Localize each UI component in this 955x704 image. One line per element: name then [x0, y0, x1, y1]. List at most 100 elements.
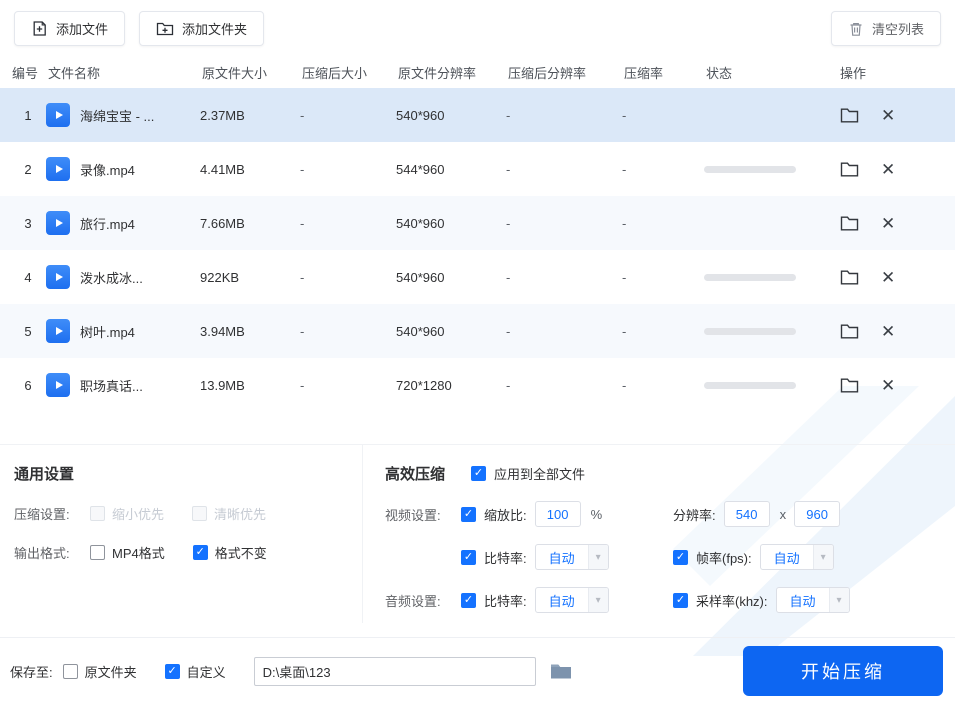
orig-size: 2.37MB [200, 107, 245, 123]
add-folder-icon [156, 21, 174, 37]
add-file-icon [31, 20, 48, 37]
remove-file-icon[interactable]: ✕ [881, 323, 895, 340]
file-name: 职场真话... [80, 378, 143, 394]
col-header-ops: 操作 [840, 65, 867, 81]
ratio: - [622, 269, 627, 285]
open-folder-icon[interactable] [840, 377, 859, 394]
keep-format-checkbox[interactable] [192, 545, 208, 560]
comp-size: - [300, 323, 305, 339]
browse-folder-icon[interactable] [550, 662, 572, 680]
orig-res: 540*960 [396, 323, 445, 339]
mp4-format-label: MP4格式 [112, 546, 165, 561]
scale-checkbox[interactable] [461, 506, 476, 522]
fps-checkbox[interactable] [673, 549, 688, 565]
orig-res: 540*960 [396, 215, 445, 231]
sample-rate-select[interactable]: 自动 ▾ [775, 587, 850, 613]
percent-sign: % [590, 506, 603, 522]
remove-file-icon[interactable]: ✕ [881, 107, 895, 124]
video-settings-label: 视频设置: [385, 507, 441, 523]
video-thumbnail-play-icon [46, 319, 70, 343]
table-row[interactable]: 4 泼水成冰... 922KB - 540*960 - - ✕ [0, 250, 955, 304]
chevron-down-icon: ▾ [587, 545, 608, 569]
clear-list-button[interactable]: 清空列表 [830, 11, 941, 46]
apply-all-checkbox[interactable] [471, 466, 487, 481]
orig-res: 540*960 [396, 107, 445, 123]
open-folder-icon[interactable] [840, 161, 859, 178]
clarity-first-label: 清晰优先 [214, 507, 267, 522]
start-compression-button[interactable]: 开始压缩 [743, 646, 943, 696]
progress-bar [704, 165, 796, 173]
chevron-down-icon: ▾ [812, 545, 833, 569]
trash-icon [848, 21, 864, 37]
open-folder-icon[interactable] [840, 323, 859, 340]
file-name: 录像.mp4 [80, 162, 135, 178]
ratio: - [622, 377, 627, 393]
col-header-status: 状态 [706, 65, 733, 81]
save-path-input[interactable] [253, 656, 536, 686]
audio-bitrate-value: 自动 [548, 593, 575, 609]
video-bitrate-label: 比特率: [484, 550, 527, 566]
table-row[interactable]: 3 旅行.mp4 7.66MB - 540*960 - - ✕ [0, 196, 955, 250]
resolution-x-separator: x [779, 506, 787, 522]
video-bitrate-checkbox[interactable] [461, 549, 476, 565]
col-header-ratio: 压缩率 [624, 65, 664, 81]
sample-rate-checkbox[interactable] [673, 592, 688, 608]
add-file-button[interactable]: 添加文件 [14, 11, 126, 46]
scale-input[interactable] [534, 501, 581, 527]
open-folder-icon[interactable] [840, 215, 859, 232]
comp-res: - [506, 107, 511, 123]
toolbar: 添加文件 添加文件夹 清空列表 [0, 0, 955, 56]
original-folder-checkbox[interactable] [62, 663, 78, 679]
clarity-first-checkbox[interactable] [192, 506, 208, 521]
resolution-width-input[interactable] [723, 501, 770, 527]
add-folder-button[interactable]: 添加文件夹 [139, 11, 265, 46]
row-number: 1 [24, 107, 32, 123]
footer-bar: 保存至: 原文件夹 自定义 开始压缩 [0, 637, 955, 704]
custom-path-label: 自定义 [186, 664, 226, 680]
comp-res: - [506, 323, 511, 339]
efficient-compression-panel: 高效压缩 应用到全部文件 视频设置: 缩放比: % 分辨率: x [362, 445, 955, 623]
comp-res: - [506, 377, 511, 393]
audio-bitrate-checkbox[interactable] [461, 592, 476, 608]
fps-label: 帧率(fps): [696, 550, 752, 566]
file-name: 树叶.mp4 [80, 324, 135, 340]
video-thumbnail-play-icon [46, 103, 70, 127]
orig-size: 922KB [200, 269, 240, 285]
custom-path-checkbox[interactable] [164, 663, 180, 679]
table-row[interactable]: 2 录像.mp4 4.41MB - 544*960 - - ✕ [0, 142, 955, 196]
table-row[interactable]: 5 树叶.mp4 3.94MB - 540*960 - - ✕ [0, 304, 955, 358]
video-thumbnail-play-icon [46, 373, 70, 397]
remove-file-icon[interactable]: ✕ [881, 215, 895, 232]
open-folder-icon[interactable] [840, 107, 859, 124]
remove-file-icon[interactable]: ✕ [881, 269, 895, 286]
original-folder-label: 原文件夹 [84, 664, 137, 680]
comp-size: - [300, 269, 305, 285]
sample-rate-label: 采样率(khz): [696, 593, 768, 609]
audio-bitrate-select[interactable]: 自动 ▾ [534, 587, 609, 613]
video-bitrate-select[interactable]: 自动 ▾ [534, 544, 609, 570]
file-name: 海绵宝宝 - ... [80, 108, 155, 124]
remove-file-icon[interactable]: ✕ [881, 377, 895, 394]
mp4-format-checkbox[interactable] [90, 545, 105, 560]
remove-file-icon[interactable]: ✕ [881, 161, 895, 178]
row-number: 3 [24, 215, 32, 231]
table-row[interactable]: 1 海绵宝宝 - ... 2.37MB - 540*960 - - ✕ [0, 88, 955, 142]
resolution-height-input[interactable] [794, 501, 841, 527]
shrink-first-label: 缩小优先 [112, 507, 165, 522]
audio-bitrate-label: 比特率: [484, 593, 527, 609]
comp-size: - [300, 161, 305, 177]
orig-size: 7.66MB [200, 215, 245, 231]
comp-size: - [300, 215, 305, 231]
ratio: - [622, 215, 627, 231]
fps-value: 自动 [773, 550, 800, 566]
col-header-orig-res: 原文件分辨率 [398, 65, 477, 81]
col-header-comp-size: 压缩后大小 [302, 65, 368, 81]
fps-select[interactable]: 自动 ▾ [759, 544, 834, 570]
open-folder-icon[interactable] [840, 269, 859, 286]
keep-format-label: 格式不变 [214, 546, 267, 561]
shrink-first-checkbox[interactable] [90, 506, 105, 521]
row-number: 5 [24, 323, 32, 339]
general-settings-title: 通用设置 [14, 466, 75, 483]
clear-list-label: 清空列表 [871, 22, 924, 37]
table-row[interactable]: 6 职场真话... 13.9MB - 720*1280 - - ✕ [0, 358, 955, 412]
